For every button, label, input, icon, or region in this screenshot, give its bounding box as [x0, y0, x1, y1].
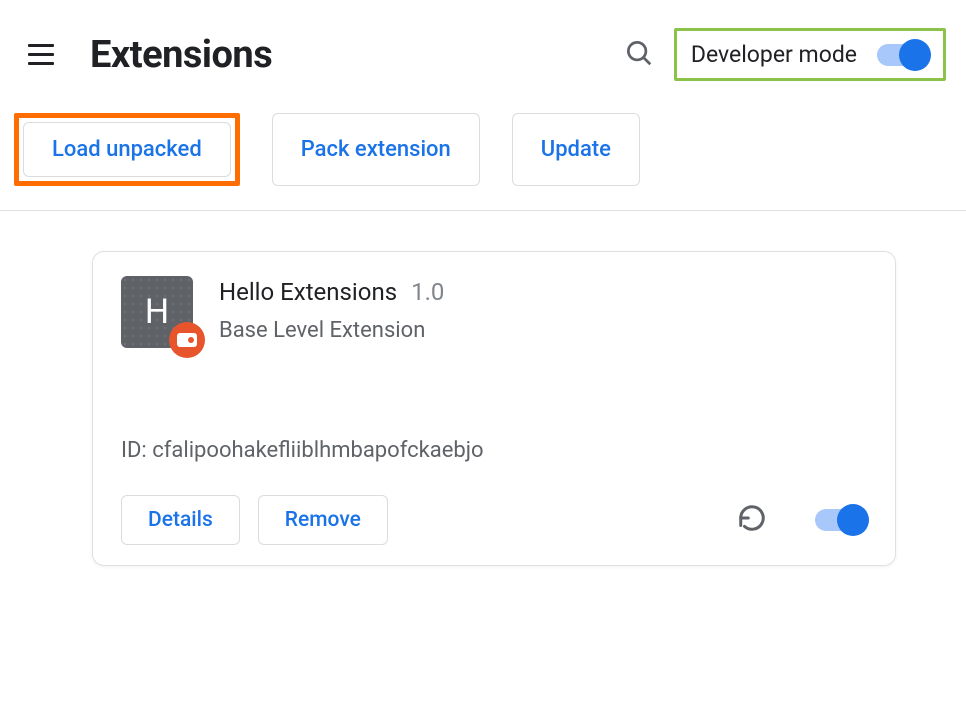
extension-description: Base Level Extension [219, 318, 867, 343]
unpacked-badge-icon [169, 322, 205, 358]
extension-icon-letter: H [145, 292, 169, 332]
extension-version: 1.0 [411, 278, 444, 306]
developer-mode-toggle[interactable] [877, 44, 929, 66]
extension-id-value: cfalipoohakefliiblhmbapofckaebjo [152, 438, 483, 463]
menu-icon[interactable] [28, 39, 60, 71]
reload-icon[interactable] [737, 503, 767, 537]
page-title: Extensions [90, 33, 624, 77]
developer-mode-label: Developer mode [691, 41, 857, 68]
extension-id: ID: cfalipoohakefliiblhmbapofckaebjo [121, 438, 867, 463]
developer-mode-highlight: Developer mode [674, 28, 946, 81]
pack-extension-button[interactable]: Pack extension [272, 113, 480, 186]
extension-card: H Hello Extensions 1.0 Base Level Extens… [92, 251, 896, 566]
header: Extensions Developer mode [0, 0, 966, 101]
update-button[interactable]: Update [512, 113, 640, 186]
extension-enable-toggle[interactable] [815, 509, 867, 531]
search-icon[interactable] [624, 38, 654, 72]
toolbar: Load unpacked Pack extension Update [0, 101, 966, 211]
load-unpacked-button[interactable]: Load unpacked [23, 122, 231, 177]
load-unpacked-highlight: Load unpacked [14, 113, 240, 186]
extension-name: Hello Extensions [219, 278, 397, 306]
remove-button[interactable]: Remove [258, 495, 388, 545]
details-button[interactable]: Details [121, 495, 240, 545]
extension-id-label: ID: [121, 438, 147, 463]
extension-icon-wrap: H [121, 276, 193, 348]
